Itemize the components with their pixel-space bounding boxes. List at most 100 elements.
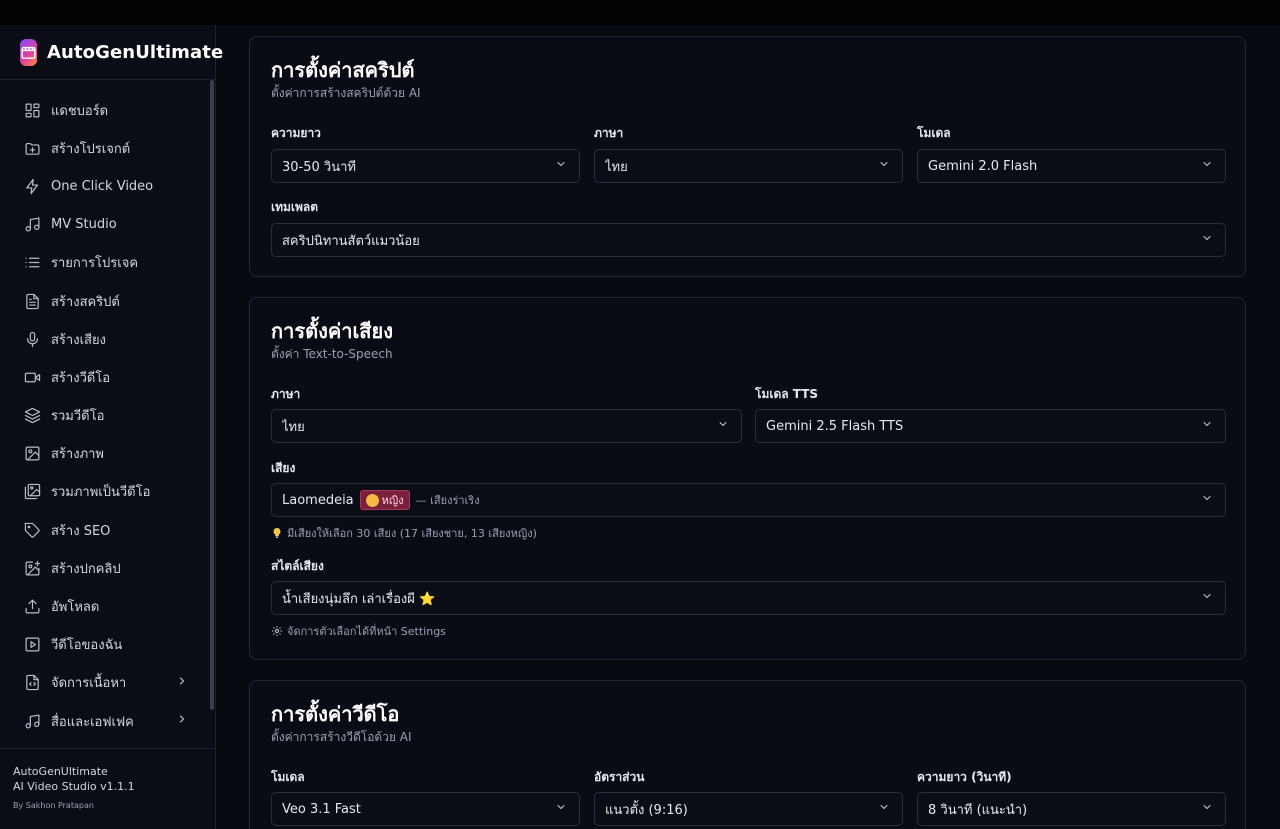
woman-icon [365, 493, 379, 507]
tts-model-label: โมเดล TTS [755, 387, 819, 401]
sidebar-item-create-video[interactable]: สร้างวีดีโอ [0, 358, 210, 396]
sidebar-item-label: แดชบอร์ด [51, 103, 109, 119]
video-ratio-label: อัตราส่วน [594, 770, 645, 784]
chevron-down-icon [1201, 590, 1213, 606]
sidebar-item-label: MV Studio [51, 217, 117, 233]
chevron-down-icon [717, 418, 729, 434]
script-model-select[interactable]: Gemini 2.0 Flash [917, 149, 1226, 183]
script-template-value: สคริปนิทานสัตว์แมวน้อย [282, 233, 420, 249]
video-card-title: การตั้งค่าวีดีโอ [271, 702, 400, 726]
music-note-icon [25, 217, 40, 232]
chevron-down-icon [555, 158, 567, 174]
sidebar-footer: AutoGenUltimate AI Video Studio v1.1.1 B… [0, 748, 216, 829]
script-language-value: ไทย [605, 159, 628, 175]
voice-style-label: สไตล์เสียง [271, 559, 324, 573]
sidebar-item-create-voice[interactable]: สร้างเสียง [0, 320, 210, 358]
upload-icon [25, 599, 40, 614]
sidebar-item-label: วีดีโอของฉัน [51, 638, 123, 654]
brand[interactable]: AutoGenUltimate [0, 25, 223, 80]
voice-style-hint: จัดการตัวเลือกได้ที่หน้า Settings [271, 622, 446, 640]
tts-model-select[interactable]: Gemini 2.5 Flash TTS [755, 409, 1226, 443]
script-model-label: โมเดล [917, 126, 951, 140]
app-logo-icon [20, 38, 37, 66]
dashboard-icon [25, 103, 40, 118]
sidebar-item-label: สร้างสคริปต์ [51, 294, 120, 310]
voice-count-hint: มีเสียงให้เลือก 30 เสียง (17 เสียงชาย, 1… [271, 524, 537, 542]
sidebar-item-my-videos[interactable]: วีดีโอของฉัน [0, 626, 210, 664]
voice-settings-card: การตั้งค่าเสียง ตั้งค่า Text-to-Speech ภ… [249, 297, 1246, 660]
sidebar-item-create-script[interactable]: สร้างสคริปต์ [0, 282, 210, 320]
gender-badge-label: หญิง [381, 494, 404, 507]
chevron-right-icon [176, 713, 188, 729]
voice-style-select[interactable]: น้ำเสียงนุ่มลึก เล่าเรื่องผี ⭐ [271, 581, 1226, 615]
images-icon [24, 484, 41, 500]
sidebar-item-label: สร้างปกคลิป [51, 561, 121, 577]
tag-icon [24, 522, 40, 538]
voice-style-value: น้ำเสียงนุ่มลึก เล่าเรื่องผี ⭐ [282, 591, 436, 607]
script-settings-card: การตั้งค่าสคริปต์ ตั้งค่าการสร้างสคริปต์… [249, 36, 1246, 277]
script-language-label: ภาษา [594, 126, 624, 140]
top-bar [0, 0, 1280, 25]
microphone-icon [26, 331, 39, 347]
sidebar-item-media-effects[interactable]: สื่อและเอฟเฟค [0, 702, 210, 740]
sidebar-item-content-management[interactable]: จัดการเนื้อหา [0, 664, 210, 702]
sidebar-item-create-seo[interactable]: สร้าง SEO [0, 511, 210, 549]
script-length-value: 30-50 วินาที [282, 159, 356, 175]
main-content: การตั้งค่าสคริปต์ ตั้งค่าการสร้างสคริปต์… [216, 25, 1280, 829]
play-square-icon [25, 637, 40, 652]
sidebar-item-create-project[interactable]: สร้างโปรเจกต์ [0, 129, 210, 167]
video-ratio-select[interactable]: แนวตั้ง (9:16) [594, 792, 903, 826]
image-plus-icon [25, 560, 41, 576]
chevron-down-icon [1201, 418, 1213, 434]
script-model-value: Gemini 2.0 Flash [928, 158, 1038, 174]
video-model-select[interactable]: Veo 3.1 Fast [271, 792, 580, 826]
voice-label: เสียง [271, 461, 296, 475]
folder-plus-icon [25, 142, 40, 155]
voice-name: Laomedeia [282, 492, 354, 508]
sidebar-item-dashboard[interactable]: แดชบอร์ด [0, 91, 210, 129]
sidebar-item-label: รายการโปรเจค [51, 256, 139, 272]
video-duration-value: 8 วินาที (แนะนำ) [928, 802, 1028, 818]
video-duration-select[interactable]: 8 วินาที (แนะนำ) [917, 792, 1226, 826]
sidebar-item-one-click-video[interactable]: One Click Video [0, 167, 210, 205]
tts-model-value: Gemini 2.5 Flash TTS [766, 418, 904, 434]
voice-card-subtitle: ตั้งค่า Text-to-Speech [271, 347, 393, 361]
voice-language-label: ภาษา [271, 387, 301, 401]
sidebar-item-label: รวมวีดีโอ [51, 409, 105, 425]
lightbulb-icon [273, 528, 281, 538]
music-note-icon [25, 714, 40, 729]
script-card-subtitle: ตั้งค่าการสร้างสคริปต์ด้วย AI [271, 86, 421, 100]
app-title: AutoGenUltimate [47, 41, 224, 63]
sidebar-item-label: สร้าง SEO [51, 523, 111, 539]
script-template-select[interactable]: สคริปนิทานสัตว์แมวน้อย [271, 223, 1226, 257]
file-code-icon [26, 675, 39, 691]
chevron-down-icon [555, 801, 567, 817]
sidebar-item-label: สื่อและเอฟเฟค [51, 714, 134, 730]
sidebar-item-create-image[interactable]: สร้างภาพ [0, 435, 210, 473]
sidebar-item-label: สร้างวีดีโอ [51, 370, 111, 386]
sidebar-item-merge-video[interactable]: รวมวีดีโอ [0, 397, 210, 435]
video-duration-label: ความยาว (วินาที) [917, 770, 1012, 784]
chevron-down-icon [1201, 158, 1213, 174]
voice-language-select[interactable]: ไทย [271, 409, 742, 443]
sidebar-item-label: One Click Video [51, 178, 154, 194]
sidebar-item-create-thumbnail[interactable]: สร้างปกคลิป [0, 549, 210, 587]
sidebar-item-mv-studio[interactable]: MV Studio [0, 206, 210, 244]
script-language-select[interactable]: ไทย [594, 149, 903, 183]
sidebar-scrollbar[interactable] [210, 80, 214, 710]
sidebar-item-upload[interactable]: อัพโหลด [0, 587, 210, 625]
sidebar: AutoGenUltimate แดชบอร์ด สร้างโปรเจกต์ O… [0, 25, 223, 829]
sidebar-item-label: อัพโหลด [51, 600, 100, 616]
chevron-down-icon [1201, 232, 1213, 248]
voice-select[interactable]: Laomedeia หญิง — เสียงร่าเริง [271, 483, 1226, 517]
sidebar-item-project-list[interactable]: รายการโปรเจค [0, 244, 210, 282]
video-ratio-value: แนวตั้ง (9:16) [605, 802, 688, 818]
script-card-title: การตั้งค่าสคริปต์ [271, 58, 415, 82]
sidebar-nav: แดชบอร์ด สร้างโปรเจกต์ One Click Video M… [0, 91, 210, 740]
sidebar-item-images-to-video[interactable]: รวมภาพเป็นวีดีโอ [0, 473, 210, 511]
video-model-label: โมเดล [271, 770, 305, 784]
footer-version: AI Video Studio v1.1.1 [13, 780, 135, 793]
script-length-select[interactable]: 30-50 วินาที [271, 149, 580, 183]
sidebar-item-label: รวมภาพเป็นวีดีโอ [51, 485, 151, 501]
chevron-right-icon [176, 675, 188, 691]
